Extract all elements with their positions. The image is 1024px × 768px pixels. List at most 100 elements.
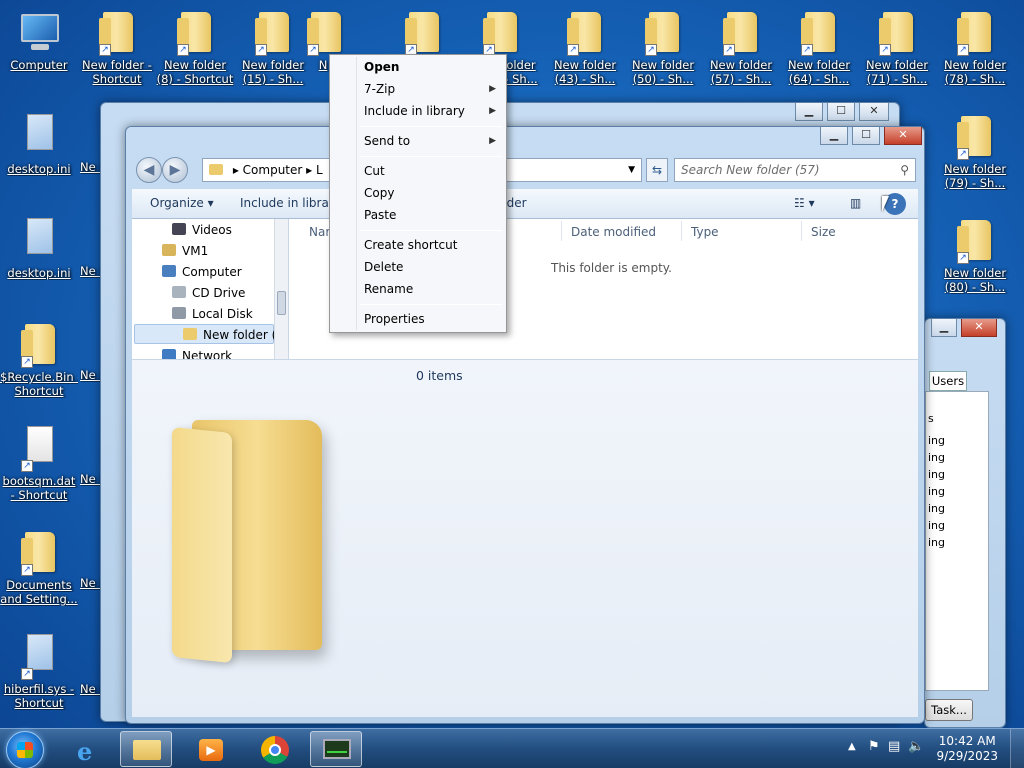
close-button[interactable]: ✕ [961, 319, 997, 337]
desktop-icon-label: (43) - Sh... [554, 72, 616, 86]
menu-item-delete[interactable]: Delete [332, 256, 504, 278]
explorer-window[interactable]: ▁ ☐ ✕ ◀ ▶ ▸ Computer ▸ L ▼ ⇆ Search New … [125, 126, 925, 724]
desktop-icon-label: Shortcut [14, 384, 64, 398]
tree-item-vm1[interactable]: VM1 [162, 244, 208, 258]
mouse-cursor-icon [882, 196, 889, 212]
media-player-icon[interactable]: ▶ [184, 731, 236, 767]
task-manager-icon[interactable] [310, 731, 362, 767]
menu-item-open[interactable]: Open [332, 56, 504, 78]
tree-item-new-folder-57[interactable]: New folder (5 [134, 324, 284, 344]
desktop-icon-label: New folder [553, 58, 617, 72]
desktop-icon-desktop-ini-1[interactable]: desktop.ini [0, 112, 78, 176]
chevron-down-icon[interactable]: ▼ [628, 159, 635, 181]
taskbar: e ▶ ▲ ⚑ ▤ 🔈 10:42 AM 9/29/2023 [0, 728, 1024, 768]
column-separator[interactable] [801, 221, 802, 241]
chrome-icon[interactable] [248, 731, 300, 767]
menu-item-create-shortcut[interactable]: Create shortcut [332, 234, 504, 256]
desktop-icon-new-folder-shortcut[interactable]: ↗ New folder - Shortcut [78, 8, 156, 86]
windows-explorer-icon[interactable] [120, 731, 172, 767]
tab-users[interactable]: Users [929, 371, 967, 391]
desktop-icon-new-folder-43[interactable]: ↗ New folder (43) - Sh... [546, 8, 624, 86]
desktop-icon-new-folder-64[interactable]: ↗ New folder (64) - Sh... [780, 8, 858, 86]
desktop-icon-hiberfil-shortcut[interactable]: ↗ hiberfil.sys - Shortcut [0, 632, 78, 710]
list-item: ing [928, 502, 946, 515]
computer-icon [162, 265, 176, 277]
column-header-name[interactable]: Nar [309, 225, 330, 239]
forward-button[interactable]: ▶ [162, 157, 188, 183]
submenu-arrow-icon: ▶ [489, 136, 496, 146]
desktop-icon-label: (50) - Sh... [632, 72, 694, 86]
minimize-button[interactable]: ▁ [820, 127, 848, 145]
desktop-icon-new-folder-50[interactable]: ↗ New folder (50) - Sh... [624, 8, 702, 86]
menu-item-rename[interactable]: Rename [332, 278, 504, 300]
desktop-icon-new-folder-15[interactable]: ↗ New folder (15) - Sh... [234, 8, 312, 86]
tree-item-local-disk[interactable]: Local Disk [172, 307, 253, 321]
view-options-icon[interactable]: ☷ ▾ [794, 196, 815, 210]
menu-item-cut[interactable]: Cut [332, 160, 504, 182]
breadcrumb-local-disk[interactable]: L [316, 163, 323, 177]
details-pane: 0 items [132, 359, 918, 717]
start-button[interactable] [6, 731, 44, 768]
desktop-icon-bootsqm-shortcut[interactable]: ↗ bootsqm.dat - Shortcut [0, 424, 78, 502]
menu-item-copy[interactable]: Copy [332, 182, 504, 204]
include-in-library-button[interactable]: Include in library [240, 196, 341, 210]
end-task-button[interactable]: Task... [925, 699, 973, 721]
desktop-icon-partial[interactable]: Ne (5) [80, 472, 102, 486]
column-header-size[interactable]: Size [811, 225, 836, 239]
column-separator[interactable] [561, 221, 562, 241]
desktop-icon-new-folder-57[interactable]: ↗ New folder (57) - Sh... [702, 8, 780, 86]
desktop-icon-computer[interactable]: Computer [0, 8, 78, 72]
column-header-date-modified[interactable]: Date modified [571, 225, 656, 239]
internet-explorer-icon[interactable]: e [64, 731, 116, 767]
menu-item-properties[interactable]: Properties [332, 308, 504, 330]
scrollbar-thumb[interactable] [277, 291, 286, 315]
network-icon[interactable]: ▤ [888, 739, 900, 754]
desktop-icon-new-folder-29[interactable]: ↗ [384, 8, 462, 58]
search-input[interactable]: Search New folder (57) ⚲ [674, 158, 916, 182]
volume-muted-icon[interactable]: 🔈 [908, 739, 924, 754]
breadcrumb-computer[interactable]: Computer [243, 163, 303, 177]
column-header-type[interactable]: Type [691, 225, 719, 239]
desktop-icon-partial[interactable]: Ne (4) [80, 368, 102, 382]
show-desktop-button[interactable] [1010, 729, 1024, 768]
menu-item-7zip[interactable]: 7-Zip ▶ [332, 78, 504, 100]
desktop-icon-desktop-ini-2[interactable]: desktop.ini [0, 216, 78, 280]
menu-item-send-to[interactable]: Send to ▶ [332, 130, 504, 152]
close-button[interactable]: ✕ [859, 103, 889, 121]
desktop-icon-recycle-bin-shortcut[interactable]: ↗ $Recycle.Bin - Shortcut [0, 320, 78, 398]
menu-item-paste[interactable]: Paste [332, 204, 504, 226]
desktop-icon-new-folder-71[interactable]: ↗ New folder (71) - Sh... [858, 8, 936, 86]
back-button[interactable]: ◀ [136, 157, 162, 183]
minimize-button[interactable]: ▁ [795, 103, 823, 121]
column-separator[interactable] [681, 221, 682, 241]
desktop-icon-new-folder-80[interactable]: ↗ New folder (80) - Sh... [936, 216, 1014, 294]
scrollbar[interactable] [274, 219, 288, 359]
show-hidden-icons-icon[interactable]: ▲ [848, 741, 856, 752]
desktop-icon-new-folder-79[interactable]: ↗ New folder (79) - Sh... [936, 112, 1014, 190]
desktop-icon-label: (64) - Sh... [788, 72, 850, 86]
desktop-icon-new-folder-78[interactable]: ↗ New folder (78) - Sh... [936, 8, 1014, 86]
action-center-icon[interactable]: ⚑ [868, 739, 880, 754]
tree-item-computer[interactable]: Computer [162, 265, 242, 279]
maximize-button[interactable]: ☐ [852, 127, 880, 145]
desktop-icon-partial[interactable]: Ne (6) [80, 576, 102, 590]
close-button[interactable]: ✕ [884, 127, 922, 145]
tree-item-videos[interactable]: Videos [172, 223, 232, 237]
preview-pane-icon[interactable]: ▥ [850, 196, 861, 210]
desktop-icon-documents-and-settings[interactable]: ↗ Documents and Setting... [0, 528, 78, 606]
desktop-icon-partial[interactable]: Ne (2) [80, 160, 102, 174]
desktop-icon-partial[interactable]: Ne (3) [80, 264, 102, 278]
tree-item-network[interactable]: Network [162, 349, 232, 359]
desktop-icon-new-folder-8[interactable]: ↗ New folder (8) - Shortcut [156, 8, 234, 86]
minimize-button[interactable]: ▁ [931, 319, 957, 337]
background-window-task-manager[interactable]: ▁ ✕ Users s ing ing ing ing ing ing ing … [924, 318, 1006, 728]
tree-item-cd-drive[interactable]: CD Drive [172, 286, 245, 300]
desktop-icon-label: Computer [10, 58, 68, 72]
organize-button[interactable]: Organize ▾ [150, 196, 214, 210]
maximize-button[interactable]: ☐ [827, 103, 855, 121]
clock[interactable]: 10:42 AM 9/29/2023 [936, 734, 998, 764]
desktop-icon-label: Ne (3) [80, 264, 102, 278]
menu-item-include-in-library[interactable]: Include in library ▶ [332, 100, 504, 122]
refresh-button[interactable]: ⇆ [646, 158, 668, 182]
folder-shortcut-icon: ↗ [955, 8, 995, 58]
